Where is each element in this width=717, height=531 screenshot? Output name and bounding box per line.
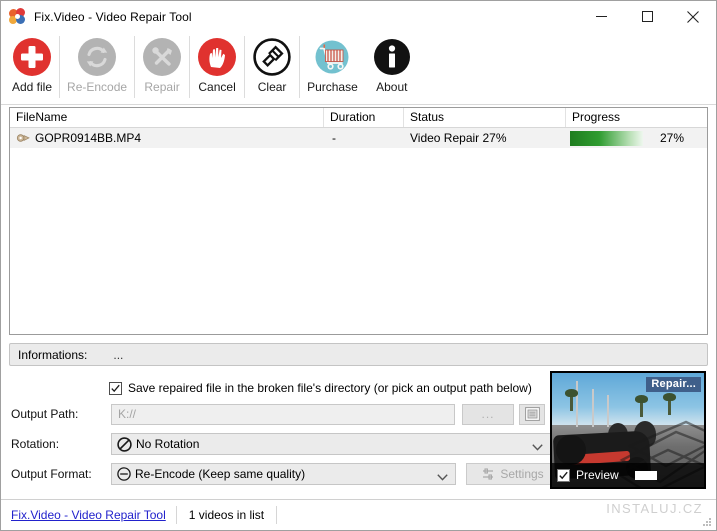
purchase-button[interactable]: Purchase: [300, 32, 365, 100]
open-folder-button[interactable]: [519, 403, 545, 425]
preview-palm-top: [565, 389, 578, 397]
save-in-broken-dir-checkbox[interactable]: [109, 381, 122, 395]
preview-controls: Preview: [552, 463, 704, 487]
preview-pole: [607, 395, 609, 427]
preview-position-slider[interactable]: [634, 470, 657, 480]
purchase-label: Purchase: [307, 80, 358, 94]
informations-label: Informations:: [18, 347, 88, 362]
save-in-broken-dir-label: Save repaired file in the broken file's …: [128, 381, 532, 395]
progress-label: 27%: [660, 131, 685, 145]
informations-bar: Informations: ...: [9, 343, 708, 366]
output-path-label: Output Path:: [11, 407, 79, 421]
preview-palm-top: [663, 393, 676, 401]
folder-window-icon: [524, 407, 540, 421]
table-row[interactable]: GOPR0914BB.MP4 - Video Repair 27% 27%: [10, 128, 707, 148]
cell-duration: -: [332, 131, 336, 145]
add-file-label: Add file: [12, 80, 53, 94]
cell-filename: GOPR0914BB.MP4: [10, 131, 324, 145]
sliders-icon: [482, 468, 494, 480]
video-file-icon: [16, 131, 30, 145]
minimize-button[interactable]: [578, 1, 624, 32]
site-watermark: INSTALUJ.CZ: [606, 501, 703, 516]
cell-progress: 27%: [566, 130, 707, 146]
re-encode-label: Re-Encode: [67, 80, 128, 94]
column-header-duration[interactable]: Duration: [324, 108, 404, 127]
about-icon: [372, 37, 412, 77]
chevron-down-icon: [437, 470, 448, 484]
add-file-button[interactable]: Add file: [5, 32, 59, 100]
status-bar-link[interactable]: Fix.Video - Video Repair Tool: [1, 508, 176, 522]
repair-label: Repair: [144, 80, 180, 94]
re-encode-button[interactable]: Re-Encode: [60, 32, 134, 100]
file-list-header: FileName Duration Status Progress: [10, 108, 707, 128]
column-header-filename[interactable]: FileName: [10, 108, 324, 127]
preview-pole: [576, 381, 578, 427]
preview-checkbox[interactable]: [557, 468, 570, 482]
check-icon: [111, 384, 120, 392]
close-button[interactable]: [670, 1, 716, 32]
file-list[interactable]: FileName Duration Status Progress GOPR09…: [9, 107, 708, 335]
purchase-icon: [312, 37, 352, 77]
rotation-label: Rotation:: [11, 437, 60, 451]
cancel-icon: [197, 37, 237, 77]
status-separator: [276, 506, 278, 524]
re-encode-icon: [77, 37, 117, 77]
main-toolbar: Add file Re-Encode Repair Cancel Clear P…: [1, 32, 716, 105]
app-window: Fix.Video - Video Repair Tool Add file R…: [0, 0, 717, 531]
title-bar: Fix.Video - Video Repair Tool: [1, 1, 716, 32]
informations-value: ...: [113, 347, 124, 362]
preview-checkbox-label: Preview: [576, 468, 619, 482]
add-file-icon: [12, 37, 52, 77]
clear-label: Clear: [257, 80, 287, 94]
rotation-select[interactable]: No Rotation: [111, 433, 551, 455]
preview-wheel: [556, 435, 586, 465]
progress-bar: [570, 130, 643, 146]
about-button[interactable]: About: [365, 32, 419, 100]
preview-panel[interactable]: Repair... Preview: [550, 371, 706, 489]
rotation-value: No Rotation: [136, 437, 200, 451]
options-panel: Save repaired file in the broken file's …: [1, 366, 716, 499]
check-icon: [559, 471, 568, 479]
cancel-label: Cancel: [198, 80, 236, 94]
window-title: Fix.Video - Video Repair Tool: [34, 9, 192, 24]
settings-button[interactable]: Settings: [466, 463, 560, 485]
preview-palm-top: [635, 395, 648, 403]
output-path-input[interactable]: K://: [111, 403, 455, 425]
minus-circle-icon: [117, 467, 131, 481]
output-format-select[interactable]: Re-Encode (Keep same quality): [111, 463, 456, 485]
chevron-down-icon: [532, 440, 543, 454]
file-list-empty-area[interactable]: [10, 148, 707, 334]
repair-icon: [142, 37, 182, 77]
status-video-count: 1 videos in list: [188, 508, 265, 522]
filename-text: GOPR0914BB.MP4: [35, 131, 142, 145]
maximize-button[interactable]: [624, 1, 670, 32]
browse-button[interactable]: ...: [462, 403, 514, 425]
window-controls: [578, 1, 716, 32]
minimize-icon: [595, 16, 607, 17]
no-entry-icon: [117, 436, 132, 452]
close-icon: [687, 10, 699, 23]
clear-button[interactable]: Clear: [245, 32, 299, 100]
maximize-icon: [641, 11, 653, 22]
cancel-button[interactable]: Cancel: [190, 32, 244, 100]
clear-icon: [252, 37, 292, 77]
preview-status-badge: Repair...: [646, 377, 701, 392]
resize-grip-icon[interactable]: [701, 516, 713, 528]
repair-button[interactable]: Repair: [135, 32, 189, 100]
preview-pole: [592, 389, 594, 427]
cell-status: Video Repair 27%: [410, 131, 507, 145]
about-label: About: [376, 80, 408, 94]
output-format-label: Output Format:: [11, 467, 92, 481]
output-format-value: Re-Encode (Keep same quality): [135, 467, 306, 481]
pinwheel-icon: [9, 8, 26, 25]
settings-label: Settings: [500, 467, 544, 481]
column-header-status[interactable]: Status: [404, 108, 566, 127]
column-header-progress[interactable]: Progress: [566, 108, 707, 127]
